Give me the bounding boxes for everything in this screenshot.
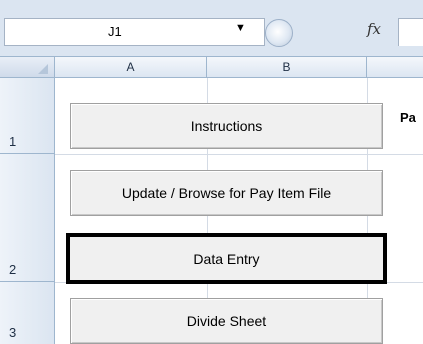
formula-input[interactable] — [398, 18, 423, 46]
cell-c1-text: Pa — [400, 110, 416, 125]
column-header-a[interactable]: A — [55, 56, 207, 78]
divide-sheet-button[interactable]: Divide Sheet — [70, 298, 383, 344]
column-header-c[interactable] — [367, 56, 423, 78]
name-box-value: J1 — [108, 24, 122, 39]
select-all-triangle-icon — [38, 64, 48, 74]
formula-cancel-icon[interactable] — [265, 19, 293, 47]
instructions-button[interactable]: Instructions — [70, 103, 383, 149]
name-box-dropdown-icon[interactable]: ▼ — [235, 22, 246, 34]
row-header-2[interactable]: 2 — [0, 154, 55, 282]
insert-function-icon[interactable]: fx — [367, 20, 381, 38]
column-header-b[interactable]: B — [207, 56, 367, 78]
data-entry-button[interactable]: Data Entry — [66, 233, 387, 284]
name-box[interactable] — [4, 18, 265, 46]
row-header-1[interactable]: 1 — [0, 78, 55, 154]
row-header-3[interactable]: 3 — [0, 282, 55, 344]
update-browse-button[interactable]: Update / Browse for Pay Item File — [70, 170, 383, 216]
